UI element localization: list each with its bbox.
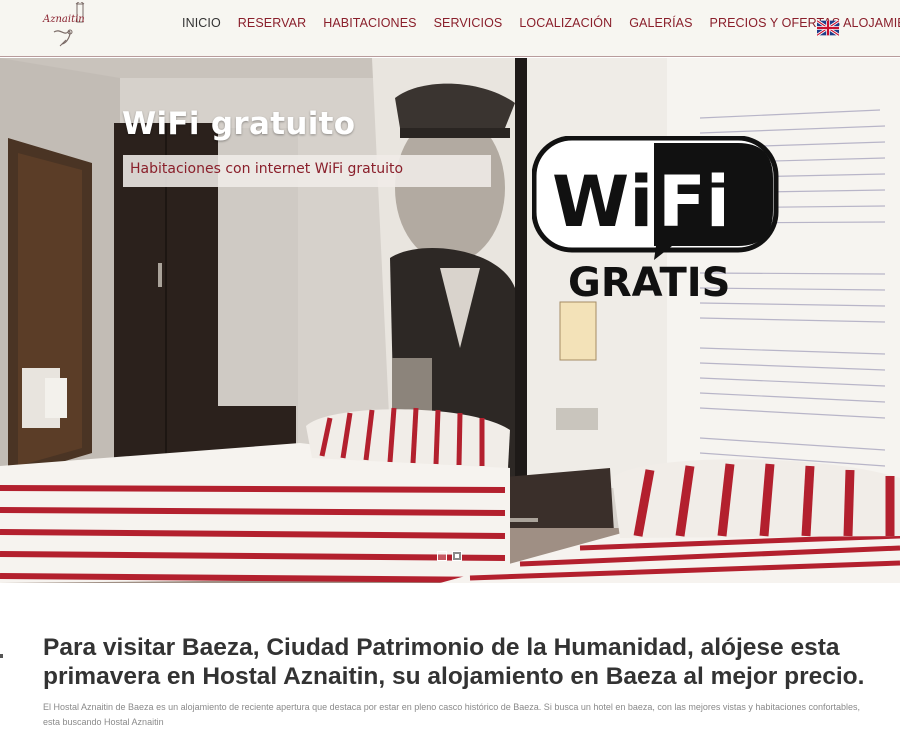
site-header: Aznaitin INICIO RESERVAR HABITACIONES SE…	[0, 0, 900, 57]
wifi-gratis-badge: Wi Fi GRATIS	[531, 135, 780, 306]
slide-title: WiFi gratuito	[122, 106, 356, 142]
svg-text:Fi: Fi	[658, 161, 730, 243]
site-logo[interactable]: Aznaitin	[40, 0, 96, 50]
logo-text: Aznaitin	[43, 14, 85, 25]
nav-item-localizacion[interactable]: LOCALIZACIÓN	[519, 16, 612, 30]
main-nav: INICIO RESERVAR HABITACIONES SERVICIOS L…	[182, 16, 900, 30]
slider-dot-1[interactable]	[437, 551, 447, 561]
intro-text: El Hostal Aznaitin de Baeza es un alojam…	[43, 702, 860, 727]
intro-heading: Para visitar Baeza, Ciudad Patrimonio de…	[43, 634, 865, 690]
uk-flag-icon[interactable]	[816, 19, 840, 37]
hero-slider[interactable]: WiFi gratuito Habitaciones con internet …	[0, 58, 900, 583]
slider-dot-2[interactable]	[452, 551, 462, 561]
wifi-logo-icon: Wi Fi GRATIS	[531, 135, 779, 306]
nav-item-habitaciones[interactable]: HABITACIONES	[323, 16, 416, 30]
logo-tower-icon	[53, 0, 85, 47]
svg-text:GRATIS: GRATIS	[568, 260, 730, 301]
nav-item-servicios[interactable]: SERVICIOS	[434, 16, 503, 30]
nav-item-precios[interactable]: PRECIOS Y OFERTAS ALOJAMIENTO	[710, 16, 900, 30]
nav-item-reservar[interactable]: RESERVAR	[238, 16, 306, 30]
svg-text:Wi: Wi	[552, 161, 653, 243]
slider-pagination	[437, 551, 462, 561]
edge-marker	[0, 654, 3, 658]
nav-item-inicio[interactable]: INICIO	[182, 16, 221, 30]
slide-subtitle: Habitaciones con internet WiFi gratuito	[123, 155, 491, 187]
nav-item-galerias[interactable]: GALERÍAS	[629, 16, 692, 30]
